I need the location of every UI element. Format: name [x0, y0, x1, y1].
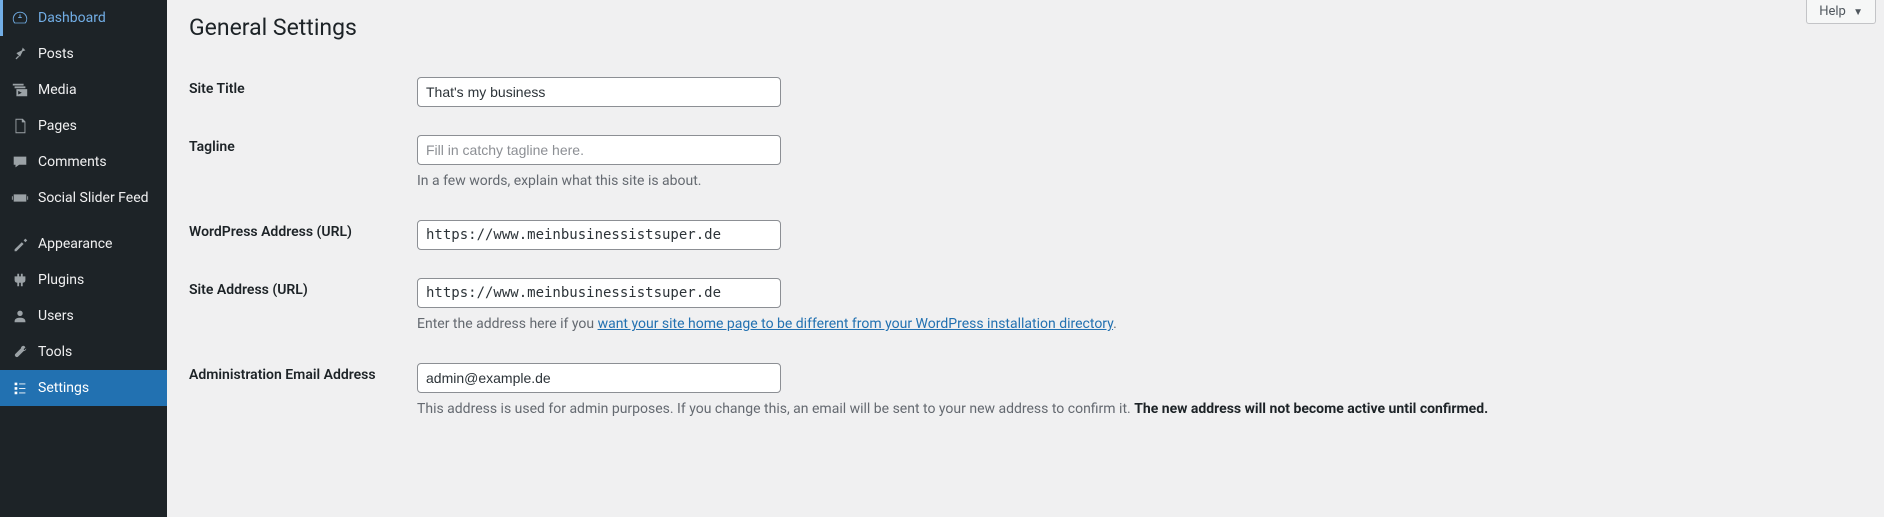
site-url-input[interactable] — [417, 278, 781, 308]
comments-icon — [10, 152, 30, 172]
sidebar-item-settings[interactable]: Settings — [0, 370, 167, 406]
sidebar-item-users[interactable]: Users — [0, 298, 167, 334]
sidebar-label: Media — [38, 82, 77, 98]
sidebar-item-media[interactable]: Media — [0, 72, 167, 108]
admin-email-input[interactable] — [417, 363, 781, 393]
media-icon — [10, 80, 30, 100]
admin-sidebar: Dashboard Posts Media Pages Comments Soc… — [0, 0, 167, 517]
tagline-label: Tagline — [189, 121, 417, 206]
sidebar-item-posts[interactable]: Posts — [0, 36, 167, 72]
sidebar-item-comments[interactable]: Comments — [0, 144, 167, 180]
sidebar-label: Comments — [38, 154, 107, 170]
sidebar-item-plugins[interactable]: Plugins — [0, 262, 167, 298]
sidebar-label: Appearance — [38, 236, 112, 252]
chevron-down-icon: ▼ — [1853, 7, 1863, 18]
sidebar-item-social-slider[interactable]: Social Slider Feed — [0, 180, 167, 216]
site-title-input[interactable] — [417, 77, 781, 107]
sidebar-label: Plugins — [38, 272, 84, 288]
tools-icon — [10, 342, 30, 362]
sidebar-item-dashboard[interactable]: Dashboard — [0, 0, 167, 36]
sidebar-label: Pages — [38, 118, 77, 134]
slider-icon — [10, 188, 30, 208]
sidebar-item-appearance[interactable]: Appearance — [0, 226, 167, 262]
sidebar-label: Social Slider Feed — [38, 190, 149, 206]
appearance-icon — [10, 234, 30, 254]
dashboard-icon — [10, 8, 30, 28]
settings-icon — [10, 378, 30, 398]
pages-icon — [10, 116, 30, 136]
tagline-desc: In a few words, explain what this site i… — [417, 171, 1852, 192]
help-label: Help — [1819, 4, 1846, 19]
pin-icon — [10, 44, 30, 64]
site-url-help-link[interactable]: want your site home page to be different… — [598, 316, 1114, 332]
plugins-icon — [10, 270, 30, 290]
main-content: Help ▼ General Settings Site Title Tagli… — [167, 0, 1884, 517]
site-title-label: Site Title — [189, 63, 417, 121]
site-url-label: Site Address (URL) — [189, 264, 417, 349]
admin-email-desc: This address is used for admin purposes.… — [417, 399, 1852, 420]
sidebar-label: Settings — [38, 380, 89, 396]
sidebar-label: Posts — [38, 46, 74, 62]
admin-email-label: Administration Email Address — [189, 349, 417, 434]
sidebar-label: Tools — [38, 344, 72, 360]
users-icon — [10, 306, 30, 326]
sidebar-item-tools[interactable]: Tools — [0, 334, 167, 370]
help-button[interactable]: Help ▼ — [1806, 0, 1876, 24]
sidebar-label: Dashboard — [38, 10, 106, 26]
wp-url-label: WordPress Address (URL) — [189, 206, 417, 264]
wp-url-input[interactable] — [417, 220, 781, 250]
sidebar-item-pages[interactable]: Pages — [0, 108, 167, 144]
site-url-desc: Enter the address here if you want your … — [417, 314, 1852, 335]
tagline-input[interactable] — [417, 135, 781, 165]
sidebar-label: Users — [38, 308, 74, 324]
page-title: General Settings — [189, 14, 1862, 41]
